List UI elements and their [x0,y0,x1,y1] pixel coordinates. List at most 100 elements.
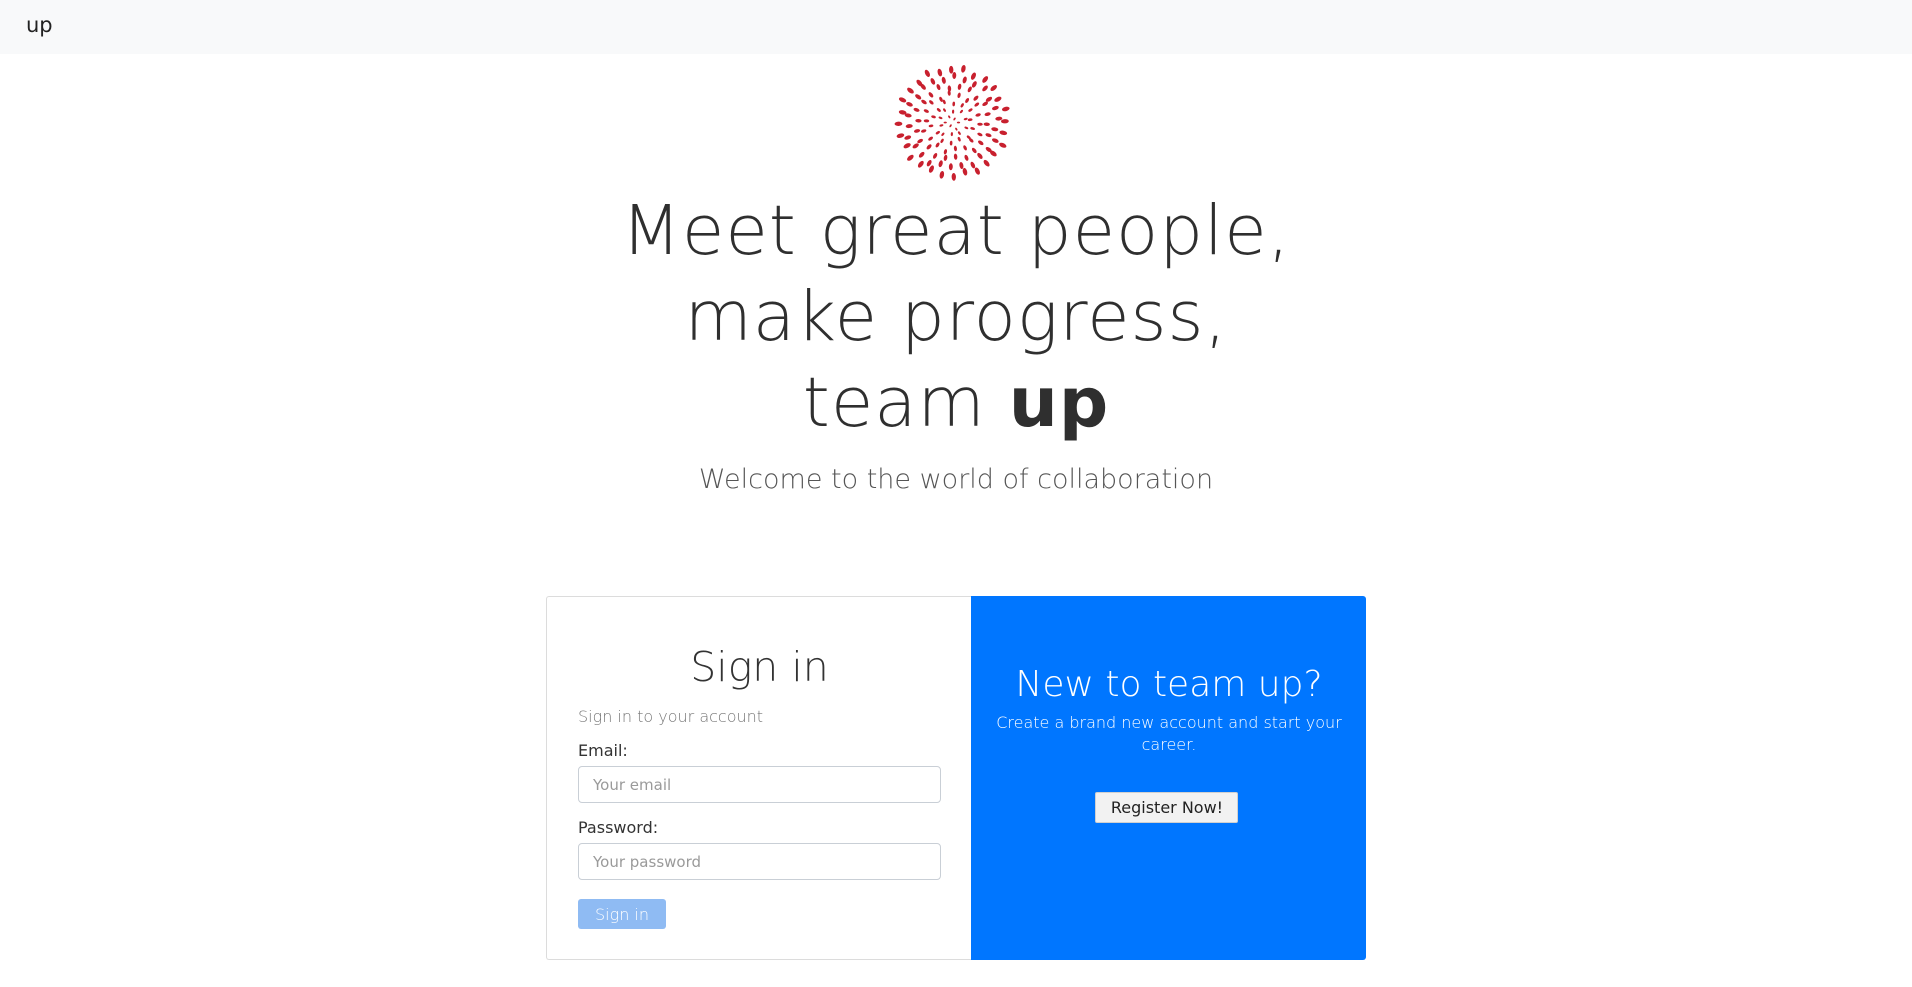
logo-dot [930,78,936,85]
logo-dot [917,160,924,168]
hero-subtitle: Welcome to the world of collaboration [698,464,1214,495]
logo-dot [991,138,999,143]
logo-dot [941,132,945,136]
hero-line-3-bold: up [1008,363,1110,443]
logo-dot [928,136,933,141]
logo-dot [995,116,1003,121]
logo-dot [931,115,936,119]
auth-card: Sign in Sign in to your account Email: P… [546,596,1366,960]
logo-dot [962,167,968,176]
logo-dot [971,81,977,88]
logo-dot [906,102,913,107]
logo-dot [982,85,988,92]
logo-dot [907,87,914,94]
logo-dot [921,99,927,105]
password-field[interactable] [578,843,941,880]
logo-dot [923,119,930,123]
logo-dot [984,112,991,116]
logo-dot [990,85,997,91]
signin-panel: Sign in Sign in to your account Email: P… [546,596,972,960]
email-field[interactable] [578,766,941,803]
register-panel: New to team up? Create a brand new accou… [971,596,1366,960]
signin-title: Sign in [690,643,829,691]
logo-dot [953,153,958,160]
logo-dot [970,161,976,169]
logo-dot [962,76,967,84]
logo-dot [1001,119,1009,124]
logo-dot [961,64,966,73]
logo-dot [970,127,975,130]
logo-dot [894,121,903,126]
logo-dot [928,92,934,98]
logo-dot [915,94,922,100]
logo-dot [999,142,1007,148]
logo-dot [933,152,938,159]
logo-dot [983,122,990,127]
logo-dot [943,108,946,112]
logo-dot [938,160,943,168]
logo-dot [957,136,961,142]
logo-dot [936,84,941,91]
logo-dot [951,109,955,114]
brand-link[interactable]: up [26,13,53,37]
logo-dot [923,109,929,113]
logo-dot [959,109,963,114]
hero-line-1: Meet great people, [621,191,1291,271]
logo-dot [904,135,912,140]
logo-dot [929,100,934,105]
logo-dot [1001,106,1010,112]
logo-dot [941,76,946,84]
logo-dot [963,117,968,121]
logo-dot [912,143,919,149]
logo-dot [943,154,948,161]
logo-dot [924,69,930,77]
logo-dot [991,127,999,132]
logo-dot [973,95,979,101]
logo-dot [977,152,983,159]
logo-dot [920,129,927,133]
logo-dot [999,130,1008,136]
logo-dot [967,86,972,93]
logo-dot [968,108,973,112]
logo-dot [978,140,984,146]
logo-dot [964,154,969,161]
logo-dot [935,142,940,148]
logo-dot [994,96,1002,102]
password-label: Password: [578,818,659,837]
logo-dot [964,126,969,130]
logo-dot [898,97,907,103]
logo-dot [977,132,983,137]
logo-dot [952,71,957,80]
logo-dot [903,143,911,149]
logo-dot [953,145,957,152]
logo-dot [938,116,943,120]
logo-dot [952,101,956,107]
logo-dot [907,154,914,161]
register-now-button[interactable]: Register Now! [1095,792,1239,823]
logo-dot [939,124,944,127]
top-navbar: up [0,0,1912,54]
signin-button[interactable]: Sign in [578,899,666,929]
logo-dot [943,121,947,124]
logo-dot [971,147,977,154]
dot-burst-logo-icon [894,64,1010,181]
logo-dot [948,163,953,171]
logo-dot [967,118,973,122]
logo-dot [943,149,948,155]
logo-dot [992,105,999,111]
signin-subtitle: Sign in to your account [578,707,764,726]
logo-dot [939,170,945,179]
logo-dot [915,118,922,123]
logo-dot [918,151,925,158]
hero-line-3: team up [0,360,1912,446]
logo-dot [917,138,923,144]
logo-dot [957,92,961,99]
hero-line-2: make progress, [684,277,1228,357]
logo-dot [913,107,920,112]
logo-dot [948,115,951,119]
email-label: Email: [578,741,628,760]
logo-dot [949,140,953,146]
logo-dot [950,132,953,137]
logo-dot [896,133,905,139]
register-title: New to team up? [1015,664,1323,705]
